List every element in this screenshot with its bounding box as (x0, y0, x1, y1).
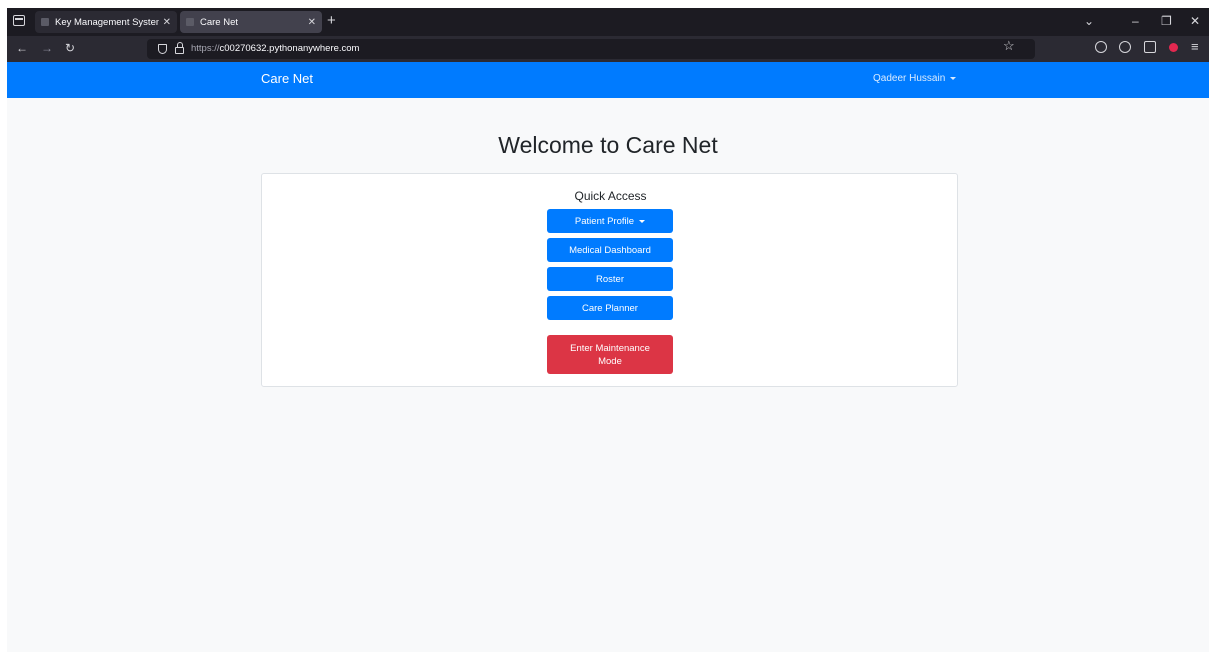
url-text[interactable]: https://c00270632.pythonanywhere.com (191, 43, 359, 54)
back-icon[interactable]: ← (16, 40, 28, 56)
roster-button[interactable]: Roster (547, 267, 673, 291)
extension-badge-icon[interactable] (1169, 43, 1178, 52)
quick-access-title: Quick Access (574, 189, 647, 203)
care-planner-button[interactable]: Care Planner (547, 296, 673, 320)
favicon-icon (186, 18, 194, 26)
minimize-icon[interactable]: – (1132, 12, 1139, 30)
account-icon[interactable] (1119, 41, 1131, 53)
maintenance-mode-button[interactable]: Enter Maintenance Mode (547, 335, 673, 374)
tab-overview-icon[interactable] (13, 15, 25, 26)
forward-icon[interactable]: → (41, 40, 53, 56)
tracking-shield-icon[interactable] (158, 44, 167, 54)
quick-access-card: Quick Access Patient Profile Medical Das… (261, 173, 958, 387)
tab-strip: Key Management System ✕ Care Net ✕ + ⌄ –… (7, 8, 1209, 36)
browser-window: Key Management System ✕ Care Net ✕ + ⌄ –… (7, 8, 1209, 652)
caret-down-icon (950, 77, 957, 80)
user-name: Qadeer Hussain (873, 73, 946, 84)
medical-dashboard-button[interactable]: Medical Dashboard (547, 238, 673, 262)
restore-icon[interactable]: ❐ (1161, 12, 1172, 30)
pocket-icon[interactable] (1095, 41, 1107, 53)
site-navbar: Care Net Qadeer Hussain (7, 62, 1209, 98)
list-all-tabs-icon[interactable]: ⌄ (1084, 12, 1094, 30)
bookmark-star-icon[interactable]: ☆ (1003, 38, 1015, 54)
extensions-icon[interactable] (1144, 41, 1156, 53)
page-title: Welcome to Care Net (498, 132, 718, 158)
hamburger-menu-icon[interactable]: ≡ (1191, 39, 1199, 54)
patient-profile-label: Patient Profile (574, 215, 635, 227)
user-dropdown[interactable]: Qadeer Hussain (873, 73, 957, 84)
close-window-icon[interactable]: ✕ (1190, 12, 1200, 30)
tab-title: Key Management System (55, 16, 159, 28)
tab-care-net[interactable]: Care Net ✕ (180, 11, 322, 33)
address-bar[interactable]: https://c00270632.pythonanywhere.com (147, 39, 1035, 59)
reload-icon[interactable]: ↻ (65, 40, 75, 56)
new-tab-icon[interactable]: + (327, 12, 336, 30)
tab-key-management[interactable]: Key Management System ✕ (35, 11, 177, 33)
patient-profile-button[interactable]: Patient Profile (547, 209, 673, 233)
navbar-brand[interactable]: Care Net (261, 71, 313, 86)
browser-toolbar: ← → ↻ https://c00270632.pythonanywhere.c… (7, 36, 1209, 62)
caret-down-icon (639, 219, 646, 223)
lock-icon[interactable] (175, 42, 184, 54)
favicon-icon (41, 18, 49, 26)
tab-title: Care Net (200, 16, 239, 28)
close-tab-icon[interactable]: ✕ (308, 17, 316, 28)
close-tab-icon[interactable]: ✕ (163, 17, 171, 28)
